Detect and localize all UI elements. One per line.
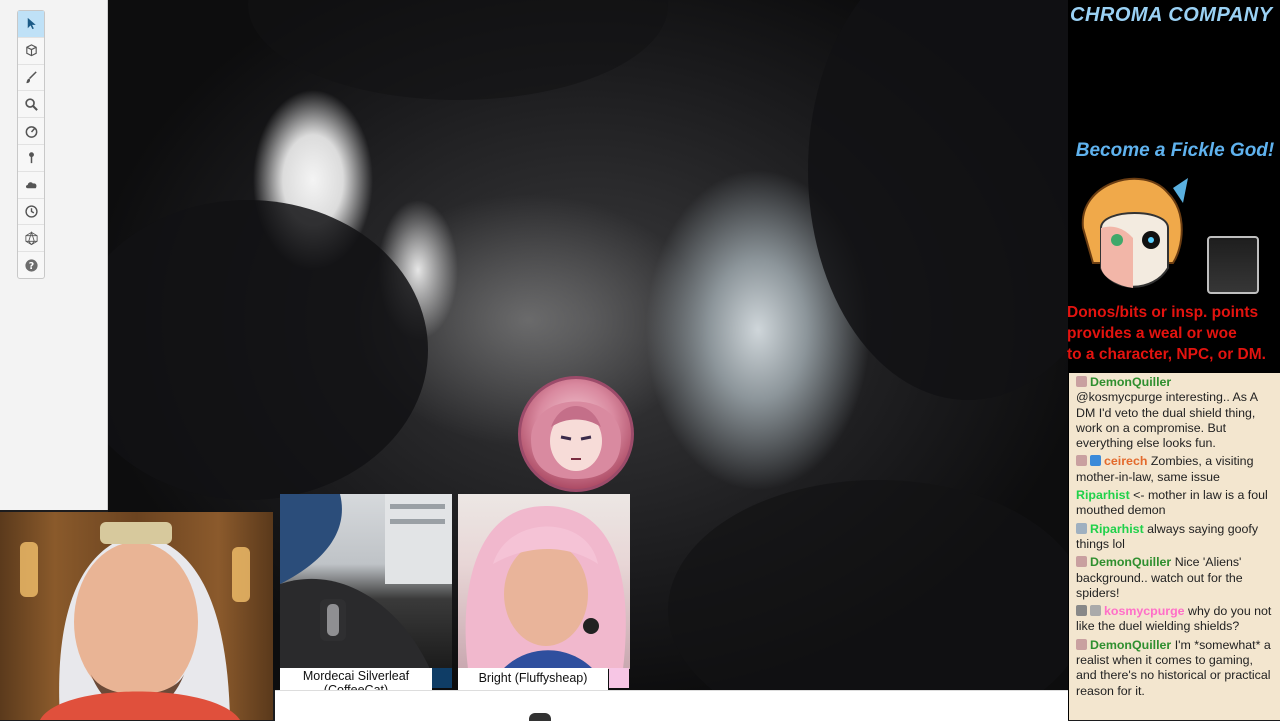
chat-username: Riparhist xyxy=(1090,521,1144,536)
help-icon[interactable]: ? xyxy=(18,252,44,278)
measure-icon[interactable] xyxy=(18,118,44,145)
cave-rock-shape xyxy=(108,200,428,500)
chat-badge-icon xyxy=(1076,376,1087,387)
tool-palette: ? xyxy=(17,10,45,279)
streamer-illustration xyxy=(20,522,250,720)
chat-message: kosmycpurge why do you not like the duel… xyxy=(1069,602,1280,636)
chat-username: DemonQuiller xyxy=(1090,555,1172,570)
chat-message: DemonQuiller Nice 'Aliens' background.. … xyxy=(1069,553,1280,602)
character-token[interactable] xyxy=(518,376,634,492)
chat-badge-icon xyxy=(1076,638,1087,650)
promo-line: provides a weal or woe xyxy=(1067,325,1237,342)
chat-message: ceirech Zombies, a visiting mother-in-la… xyxy=(1069,452,1280,486)
webcam-label-bright: Bright (Fluffysheap) xyxy=(458,668,608,690)
cube-icon[interactable] xyxy=(18,38,44,65)
promo-line: Donos/bits or insp. points xyxy=(1067,304,1259,321)
player-color-swatch xyxy=(609,668,629,688)
chat-badge-icon xyxy=(1076,556,1087,568)
zoom-icon[interactable] xyxy=(18,91,44,119)
chat-username: Riparhist xyxy=(1076,488,1130,503)
chat-username: kosmycpurge xyxy=(1104,604,1185,619)
chat-badge-icon xyxy=(1090,455,1101,467)
bottom-bar xyxy=(275,690,1068,721)
cave-rock-shape xyxy=(808,0,1068,400)
fog-cloud-icon[interactable] xyxy=(18,172,44,199)
chat-message: DemonQuiller I'm *somewhat* a realist wh… xyxy=(1069,636,1280,700)
player-webcam-mordecai xyxy=(280,494,452,669)
chat-message: DemonQuiller @kosmycpurge interesting.. … xyxy=(1069,373,1280,452)
brush-icon[interactable] xyxy=(18,65,44,92)
chat-text: Zombies, a visiting mother-in-law, same … xyxy=(1076,454,1254,484)
player1-illustration xyxy=(280,494,452,669)
chat-badge-icon xyxy=(1090,605,1101,617)
promo-line: to a character, NPC, or DM. xyxy=(1067,346,1266,363)
pin-icon[interactable] xyxy=(18,145,44,172)
webcam-name-line1: Mordecai Silverleaf xyxy=(302,669,410,683)
chat-badge-icon xyxy=(1076,522,1087,534)
chat-badge-icon xyxy=(1076,455,1087,467)
brand-title: CHROMA COMPANY xyxy=(1070,4,1273,26)
promo-text: Donos/bits or insp. points provides a we… xyxy=(1067,302,1280,365)
player2-illustration xyxy=(465,505,626,669)
cave-rock-shape xyxy=(248,0,668,100)
player-color-swatch xyxy=(432,668,452,688)
chat-username: DemonQuiller xyxy=(1090,375,1172,389)
chat-message: Riparhist <- mother in law is a foul mou… xyxy=(1069,486,1280,520)
svg-text:?: ? xyxy=(28,261,33,272)
token-portrait xyxy=(531,401,621,479)
fickle-god-headline: Become a Fickle God! xyxy=(1075,140,1275,161)
dice-icon[interactable] xyxy=(18,225,44,253)
cave-rock-shape xyxy=(668,480,1068,690)
chat-badge-icon xyxy=(1076,605,1087,617)
chat-text: @kosmycpurge interesting.. As A DM I'd v… xyxy=(1076,390,1258,451)
chat-message: Riparhist always saying goofy things lol xyxy=(1069,520,1280,554)
select-arrow-icon[interactable] xyxy=(18,11,44,38)
mascot-skull-illustration xyxy=(1073,168,1198,296)
player-webcam-bright xyxy=(458,494,630,669)
streamer-webcam xyxy=(0,512,273,720)
tip-jar-glass xyxy=(1207,236,1259,294)
chat-username: DemonQuiller xyxy=(1090,637,1172,652)
turn-clock-icon[interactable] xyxy=(18,199,44,226)
chat-username: ceirech xyxy=(1104,454,1148,469)
chat-panel: DemonQuiller @kosmycpurge interesting.. … xyxy=(1069,373,1280,720)
